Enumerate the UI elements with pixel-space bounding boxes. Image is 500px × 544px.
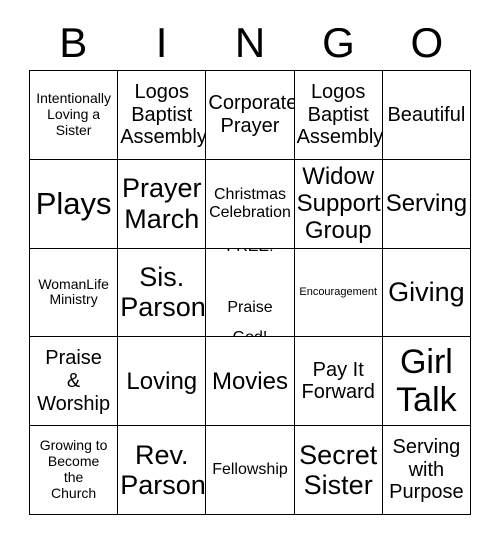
bingo-cell-label: Corporate Prayer: [208, 92, 295, 137]
bingo-cell-label: Sis. Parson: [120, 261, 206, 323]
bingo-cell-label: Logos Baptist Assembly: [296, 81, 383, 149]
bingo-cell-label: Widow Support Group: [296, 163, 381, 245]
bingo-cell[interactable]: Christmas Celebration: [206, 159, 295, 249]
bingo-cell-label: Praise & Worship: [37, 347, 111, 415]
bingo-cell[interactable]: Movies: [206, 337, 295, 427]
bingo-cell-label: Beautiful: [387, 103, 466, 126]
bingo-cell[interactable]: Beautiful: [382, 71, 471, 160]
bingo-cell-label: Christmas Celebration: [209, 185, 291, 221]
bingo-header-row: B I N G O: [29, 16, 471, 70]
bingo-cell-label: Loving: [126, 367, 198, 395]
bingo-cell[interactable]: Widow Support Group: [294, 159, 383, 249]
bingo-cell[interactable]: Girl Talk: [382, 337, 471, 427]
bingo-free-space-cell[interactable]: FREE! Praise God!: [206, 248, 295, 338]
bingo-cell[interactable]: Secret Sister: [294, 426, 383, 515]
bingo-cell-label: Movies: [211, 367, 288, 395]
bingo-cell-label: Intentionally Loving a Sister: [36, 90, 111, 138]
bingo-cell-label: Pay It Forward: [301, 358, 375, 404]
bingo-cell-label: Girl Talk: [396, 342, 457, 420]
bingo-cell[interactable]: Fellowship: [206, 426, 295, 515]
bingo-cell-label: Fellowship: [212, 461, 288, 479]
bingo-cell-label: Plays: [35, 186, 112, 222]
bingo-cell[interactable]: Logos Baptist Assembly: [118, 71, 207, 160]
bingo-cell[interactable]: Pay It Forward: [294, 337, 383, 427]
bingo-cell-label: Serving with Purpose: [389, 436, 464, 504]
bingo-cell-label: Rev. Parson: [120, 439, 206, 501]
bingo-cell-label: Serving: [385, 190, 468, 218]
bingo-header-letter-o: O: [410, 19, 444, 66]
bingo-cell[interactable]: Corporate Prayer: [206, 71, 295, 160]
bingo-cell[interactable]: Sis. Parson: [118, 248, 207, 338]
bingo-cell[interactable]: Serving: [382, 159, 471, 249]
bingo-cell-label: Encouragement: [299, 286, 378, 299]
bingo-cell[interactable]: Serving with Purpose: [382, 426, 471, 515]
bingo-cell[interactable]: Intentionally Loving a Sister: [30, 71, 119, 160]
bingo-cell[interactable]: Plays: [30, 159, 119, 249]
bingo-cell-label: FREE! Praise God!: [226, 249, 273, 338]
bingo-header-letter-n: N: [234, 19, 266, 66]
bingo-header-letter-g: G: [322, 19, 355, 66]
bingo-cell[interactable]: Loving: [118, 337, 207, 427]
bingo-cell[interactable]: Prayer March: [118, 159, 207, 249]
bingo-cell[interactable]: Rev. Parson: [118, 426, 207, 515]
bingo-cell-label: Logos Baptist Assembly: [120, 81, 207, 149]
bingo-cell[interactable]: Growing to Become the Church: [30, 426, 119, 515]
bingo-cell-label: Giving: [388, 277, 465, 308]
bingo-card: B I N G O Intentionally Loving a Sister L…: [0, 0, 500, 544]
bingo-cell[interactable]: Encouragement: [294, 248, 383, 338]
bingo-cell-label: WomanLife Ministry: [38, 275, 109, 308]
bingo-cell[interactable]: Logos Baptist Assembly: [294, 71, 383, 160]
bingo-cell-label: Growing to Become the Church: [39, 437, 108, 501]
bingo-cell[interactable]: Praise & Worship: [30, 337, 119, 427]
bingo-grid: Intentionally Loving a Sister Logos Bapti…: [29, 70, 471, 515]
bingo-header-letter-b: B: [59, 19, 88, 66]
bingo-cell[interactable]: WomanLife Ministry: [30, 248, 119, 338]
bingo-cell-label: Secret Sister: [299, 439, 378, 501]
bingo-cell[interactable]: Giving: [382, 248, 471, 338]
bingo-cell-label: Prayer March: [122, 173, 202, 234]
bingo-header-letter-i: I: [155, 19, 168, 66]
